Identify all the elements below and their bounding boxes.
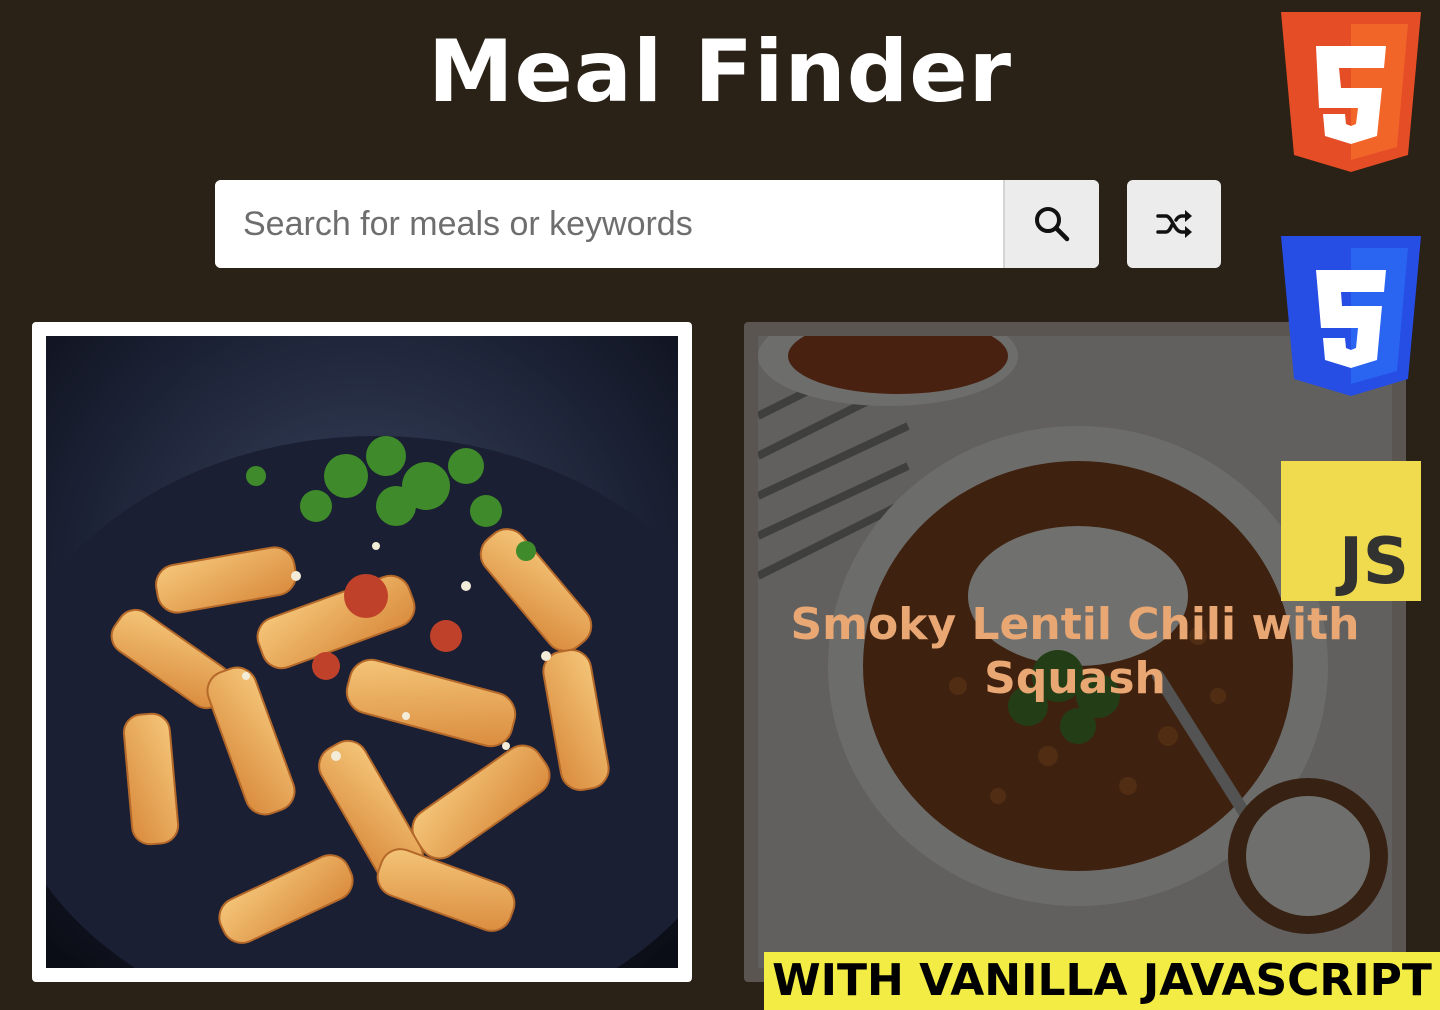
- meal-card[interactable]: Smoky Lentil Chili with Squash: [744, 322, 1406, 982]
- css3-logo: [1281, 236, 1421, 396]
- meal-card[interactable]: [32, 322, 692, 982]
- javascript-logo: JS: [1281, 461, 1421, 601]
- meal-image: [46, 336, 678, 968]
- html5-logo: [1281, 12, 1421, 172]
- meal-name: Smoky Lentil Chili with Squash: [790, 599, 1360, 704]
- app-root: Meal Finder Search for meals or keywords…: [0, 0, 1440, 1010]
- shuffle-icon: [1156, 210, 1192, 238]
- meal-info: Smoky Lentil Chili with Squash: [758, 336, 1392, 968]
- search-icon: [1035, 207, 1070, 242]
- vanilla-javascript-banner: WITH VANILLA JAVASCRIPT: [764, 952, 1440, 1010]
- random-meal-button[interactable]: [1127, 180, 1221, 268]
- js-label: JS: [1339, 525, 1409, 599]
- search-form: [215, 180, 1099, 268]
- search-input[interactable]: [215, 180, 1003, 268]
- search-button[interactable]: [1003, 180, 1099, 268]
- page-title: Meal Finder: [427, 22, 1013, 122]
